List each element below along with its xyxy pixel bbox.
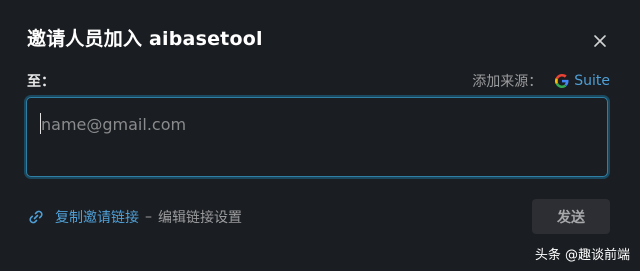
- gsuite-label: Suite: [574, 73, 610, 89]
- add-from-row: 添加来源： Suite: [472, 71, 610, 91]
- edit-link-settings[interactable]: 编辑链接设置: [158, 207, 242, 227]
- separator: –: [145, 209, 152, 225]
- to-label: 至：: [27, 74, 55, 90]
- close-button[interactable]: [586, 27, 614, 55]
- gsuite-link[interactable]: Suite: [554, 73, 610, 89]
- dialog-title: 邀请人员加入 aibasetool: [27, 28, 263, 50]
- watermark: 头条 @趣谈前端: [534, 248, 630, 263]
- email-input[interactable]: [39, 112, 583, 136]
- copy-invite-link[interactable]: 复制邀请链接: [55, 207, 139, 227]
- footer-links: 复制邀请链接 – 编辑链接设置: [27, 207, 242, 227]
- text-caret: [40, 113, 41, 134]
- send-button[interactable]: 发送: [532, 199, 610, 234]
- close-icon: [594, 35, 606, 47]
- google-g-icon: [555, 74, 569, 88]
- add-from-label: 添加来源：: [472, 74, 543, 90]
- email-input-container[interactable]: [26, 97, 608, 177]
- link-icon: [29, 210, 43, 224]
